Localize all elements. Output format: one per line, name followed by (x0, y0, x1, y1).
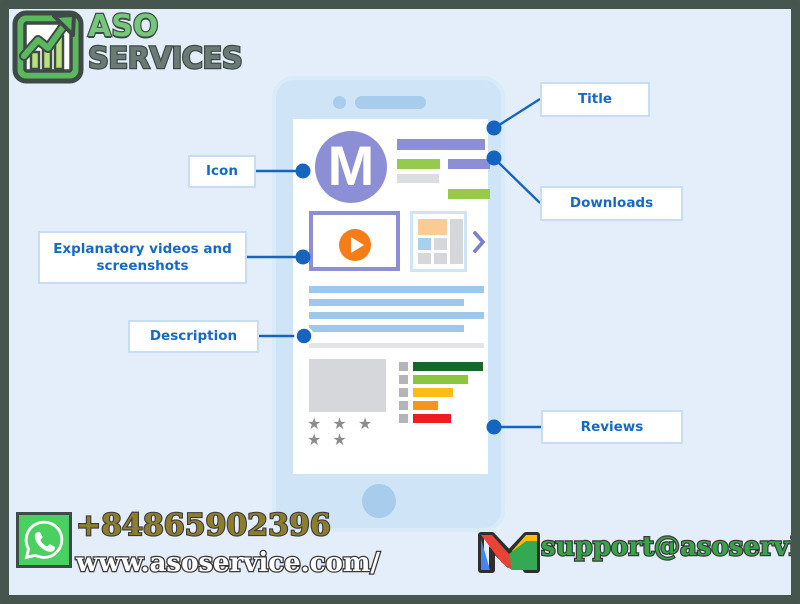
screenshot-canvas: ASO SERVICES M ★ ★ ★ ★ ★ Title Downloads… (0, 0, 800, 604)
video-preview-card[interactable] (309, 211, 400, 271)
app-title-placeholder (397, 139, 485, 150)
rating-star-square-icon (399, 401, 408, 410)
callout-downloads[interactable]: Downloads (540, 186, 683, 221)
callout-videos[interactable]: Explanatory videos and screenshots (38, 231, 247, 284)
callout-description[interactable]: Description (128, 320, 259, 353)
brand-name-line1: ASO (87, 9, 160, 44)
rating-bar (413, 375, 468, 384)
rating-bar (413, 388, 453, 397)
speaker-slot-icon (355, 96, 426, 109)
rating-star-square-icon (399, 388, 408, 397)
home-button-icon[interactable] (362, 484, 396, 518)
app-downloads-placeholder (448, 159, 490, 169)
rating-bar (413, 401, 438, 410)
camera-dot-icon (333, 96, 346, 109)
phone-mockup: M ★ ★ ★ ★ ★ (272, 76, 505, 532)
website-url[interactable]: www.asoservice.com/ (75, 547, 381, 580)
star-rating: ★ ★ ★ ★ ★ (307, 414, 376, 449)
screenshot-block-blue (418, 238, 431, 250)
callout-title[interactable]: Title (540, 82, 650, 117)
description-line (309, 312, 484, 319)
description-line (309, 325, 464, 332)
review-image-placeholder (309, 359, 386, 412)
description-line (309, 299, 464, 306)
screenshot-block-orange (418, 219, 447, 235)
app-store-listing-screen: M ★ ★ ★ ★ ★ (293, 119, 490, 474)
app-category-placeholder (397, 159, 440, 169)
description-line (309, 286, 484, 293)
screenshot-thumbnail-icon[interactable] (410, 211, 467, 272)
rating-star-square-icon (399, 362, 408, 371)
rating-bar (413, 362, 483, 371)
app-meta-placeholder (397, 174, 439, 183)
screenshot-block-gray-2 (418, 253, 431, 264)
callout-reviews[interactable]: Reviews (541, 410, 683, 444)
rating-star-square-icon (399, 375, 408, 384)
rating-star-square-icon (399, 414, 408, 423)
app-install-placeholder (448, 189, 490, 199)
email-address[interactable]: support@asoservice.com (540, 531, 800, 563)
callout-icon[interactable]: Icon (188, 155, 256, 188)
play-triangle-icon (351, 237, 364, 253)
chevron-right-icon[interactable] (473, 231, 486, 253)
play-button-icon[interactable] (339, 229, 371, 261)
brand-name: ASO SERVICES (87, 6, 244, 88)
whatsapp-icon[interactable] (16, 512, 72, 568)
rating-bar (413, 414, 451, 423)
phone-number[interactable]: +84865902396 (75, 507, 332, 544)
growth-chart-icon (12, 10, 84, 84)
screenshot-block-gray-1 (434, 238, 447, 250)
brand-name-line2: SERVICES (87, 41, 244, 76)
section-divider (309, 343, 484, 348)
gmail-icon[interactable] (478, 527, 540, 573)
screenshot-block-gray-3 (434, 253, 447, 264)
screenshot-block-right (450, 219, 463, 264)
app-icon: M (315, 131, 387, 203)
brand-logo[interactable]: ASO SERVICES (10, 6, 244, 90)
